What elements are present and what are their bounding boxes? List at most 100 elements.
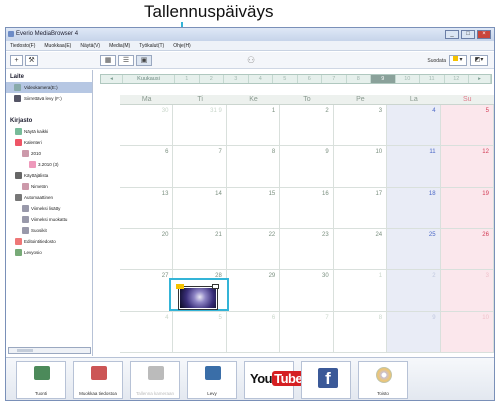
recorded-media-thumbnail[interactable] [169, 278, 229, 312]
calendar-day-cell[interactable]: 31 9 [173, 105, 227, 147]
calendar-day-cell[interactable]: 17 [333, 187, 388, 229]
calendar-day-cell[interactable]: 22 [226, 229, 281, 271]
month-button[interactable]: 2 [200, 75, 224, 83]
calendar-day-cell[interactable]: 4 [387, 105, 441, 147]
calendar-day-cell[interactable]: 29 [226, 270, 281, 312]
tools-button[interactable]: ⚒ [25, 55, 38, 66]
add-button[interactable]: + [10, 55, 23, 66]
sidebar-library-item[interactable]: Automaattinen [6, 192, 92, 203]
scrollbar-thumb[interactable] [17, 349, 33, 352]
list-view-button[interactable]: ☰ [118, 55, 134, 66]
menu-item[interactable]: Media(M) [109, 43, 130, 50]
menu-item[interactable]: Näytä(V) [80, 43, 100, 50]
close-button[interactable]: × [477, 30, 491, 39]
calendar-day-cell[interactable]: 25 [387, 229, 441, 271]
calendar-day-cell[interactable]: 6 [120, 146, 174, 188]
calendar-day-cell[interactable]: 5 [173, 311, 227, 353]
sidebar-library-item[interactable]: Suosikit [6, 225, 92, 236]
calendar-day-cell[interactable]: 23 [280, 229, 334, 271]
month-nav-arrow[interactable]: ◂ [101, 75, 123, 83]
month-button[interactable]: 3 [224, 75, 249, 83]
month-button[interactable]: 9 [371, 75, 396, 83]
day-number: 10 [482, 314, 489, 321]
weekday-label: Ke [249, 96, 258, 103]
calendar-day-cell[interactable]: 13 [120, 187, 174, 229]
grid-view-button[interactable]: ▦ [100, 55, 116, 66]
month-button[interactable]: 5 [273, 75, 298, 83]
calendar-day-cell[interactable]: 3 [440, 270, 494, 312]
calendar-day-cell[interactable]: 18 [387, 187, 441, 229]
sidebar-library-item[interactable]: 3.2010 (3) [6, 159, 92, 170]
month-button[interactable]: 4 [249, 75, 273, 83]
calendar-day-cell[interactable]: 19 [440, 187, 494, 229]
calendar-day-cell[interactable]: 1 [226, 105, 281, 147]
sidebar-library-item[interactable]: Editointitiedosto [6, 236, 92, 247]
month-button[interactable]: 12 [445, 75, 469, 83]
day-number: 25 [428, 232, 436, 238]
calendar-day-cell[interactable]: 30 [120, 105, 174, 147]
calendar-day-cell[interactable]: 2 [387, 270, 441, 312]
sidebar-library-item[interactable]: Käyttäjälista [6, 170, 92, 181]
maximize-button[interactable]: □ [461, 30, 475, 39]
filter-dropdown[interactable]: ▾ [449, 55, 467, 66]
calendar-day-cell[interactable]: 10 [333, 146, 388, 188]
calendar-day-cell[interactable]: 5 [440, 105, 494, 147]
calendar-day-cell[interactable]: 21 [173, 229, 227, 271]
calendar-day-cell[interactable]: 30 [280, 270, 334, 312]
sidebar-library-item[interactable]: Viimeksi lisätty [6, 203, 92, 214]
calendar-day-cell[interactable]: 7 [280, 311, 334, 353]
video-thumbnail-image[interactable] [179, 287, 218, 310]
sidebar-device-item[interactable]: Videokamera(E:) [6, 82, 92, 93]
calendar-day-cell[interactable]: 27 [120, 270, 174, 312]
minimize-button[interactable]: _ [445, 30, 459, 39]
month-nav-arrow[interactable]: ▸ [469, 75, 491, 83]
sidebar-scrollbar[interactable] [8, 347, 91, 354]
calendar-day-cell[interactable]: 6 [226, 311, 281, 353]
sidebar-library-item[interactable]: Nimetön [6, 181, 92, 192]
calendar-day-cell[interactable]: 11 [387, 146, 441, 188]
menu-item[interactable]: Ohje(H) [173, 43, 191, 50]
bottom-button-import[interactable]: Tuonti [16, 361, 66, 399]
month-button[interactable]: 10 [396, 75, 420, 83]
calendar-day-cell[interactable]: 10 [440, 311, 494, 353]
calendar-day-cell[interactable]: 15 [226, 187, 281, 229]
calendar-day-cell[interactable]: 2 [280, 105, 334, 147]
calendar-day-cell[interactable]: 3 [333, 105, 388, 147]
bottom-button-disc-create[interactable]: Levy [187, 361, 237, 399]
sidebar-library-item[interactable]: 2010 [6, 148, 92, 159]
bottom-button-dvd[interactable]: Toisto [358, 361, 408, 399]
menu-item[interactable]: Tiedosto(F) [10, 43, 35, 50]
calendar-day-cell[interactable]: 7 [173, 146, 227, 188]
month-label[interactable]: Kuukausi [123, 75, 175, 83]
sidebar-library-item[interactable]: Levyosio [6, 247, 92, 258]
calendar-day-cell[interactable]: 26 [440, 229, 494, 271]
calendar-day-cell[interactable]: 20 [120, 229, 174, 271]
calendar-day-cell[interactable]: 8 [333, 311, 388, 353]
calendar-day-cell[interactable]: 9 [280, 146, 334, 188]
menu-item[interactable]: Muokkaa(E) [44, 43, 71, 50]
month-button[interactable]: 6 [298, 75, 322, 83]
month-button[interactable]: 11 [420, 75, 445, 83]
calendar-day-cell[interactable]: 24 [333, 229, 388, 271]
month-button[interactable]: 1 [175, 75, 200, 83]
menu-item[interactable]: Työkalut(T) [139, 43, 164, 50]
calendar-day-cell[interactable]: 1 [333, 270, 388, 312]
sidebar-library-item[interactable]: Näytä kaikki [6, 126, 92, 137]
calendar-day-cell[interactable]: 9 [387, 311, 441, 353]
sidebar-device-item[interactable]: Siirrettävä levy (F:) [6, 93, 92, 104]
edit-dropdown[interactable]: ◩▾ [470, 55, 488, 66]
calendar-day-cell[interactable]: 8 [226, 146, 281, 188]
month-button[interactable]: 7 [322, 75, 347, 83]
bottom-button-facebook[interactable]: f [301, 361, 351, 399]
calendar-day-cell[interactable]: 4 [120, 311, 174, 353]
bottom-button-edit[interactable]: Muokkaa tiedostoa [73, 361, 123, 399]
bottom-button-youtube[interactable]: You Tube [244, 361, 305, 399]
calendar-day-cell[interactable]: 12 [440, 146, 494, 188]
calendar-view-button[interactable]: ▣ [136, 55, 152, 66]
month-button[interactable]: 8 [347, 75, 371, 83]
calendar-day-cell[interactable]: 14 [173, 187, 227, 229]
calendar-day-cell[interactable]: 16 [280, 187, 334, 229]
sidebar-library-item[interactable]: Kalenteri [6, 137, 92, 148]
sidebar-library-item[interactable]: Viimeksi muokattu [6, 214, 92, 225]
weekday-label: La [409, 96, 418, 103]
